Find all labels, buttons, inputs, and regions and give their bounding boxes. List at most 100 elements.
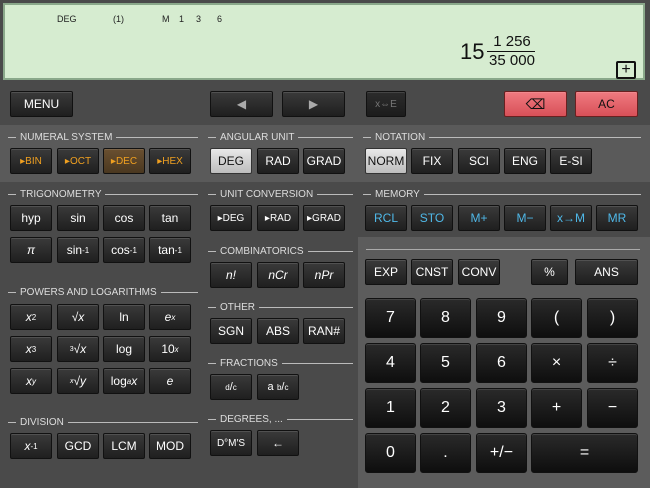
percent-button[interactable]: % bbox=[531, 259, 568, 285]
arcsin-button[interactable]: sin -1 bbox=[57, 237, 99, 263]
equals-button[interactable]: = bbox=[531, 433, 638, 473]
section-angular-unit: ANGULAR UNIT bbox=[208, 132, 353, 143]
conversion-button[interactable]: CONV bbox=[458, 259, 500, 285]
rcl-button[interactable]: RCL bbox=[365, 205, 407, 231]
key-2[interactable]: 2 bbox=[420, 388, 471, 428]
exp-button[interactable]: EXP bbox=[365, 259, 407, 285]
section-unit-conversion: UNIT CONVERSION bbox=[208, 189, 353, 200]
negate-button[interactable]: +/− bbox=[476, 433, 527, 473]
sto-button[interactable]: STO bbox=[411, 205, 453, 231]
sci-button[interactable]: SCI bbox=[458, 148, 500, 174]
close-paren-button[interactable]: ) bbox=[587, 298, 638, 338]
m-minus-button[interactable]: M− bbox=[504, 205, 546, 231]
factorial-button[interactable]: n! bbox=[210, 262, 252, 288]
power-button[interactable]: xy bbox=[10, 368, 52, 394]
norm-button[interactable]: NORM bbox=[365, 148, 407, 174]
constants-button[interactable]: CNST bbox=[411, 259, 453, 285]
sqrt-button[interactable]: √x bbox=[57, 304, 99, 330]
sgn-button[interactable]: SGN bbox=[210, 318, 252, 344]
log-button[interactable]: log bbox=[103, 336, 145, 362]
gcd-button[interactable]: GCD bbox=[57, 433, 99, 459]
pi-button[interactable]: π bbox=[10, 237, 52, 263]
to-dec-button[interactable]: ▸DEC bbox=[103, 148, 145, 174]
abs-button[interactable]: ABS bbox=[257, 318, 299, 344]
sin-button[interactable]: sin bbox=[57, 205, 99, 231]
key-3[interactable]: 3 bbox=[476, 388, 527, 428]
improper-fraction-button[interactable]: d / c bbox=[210, 374, 252, 400]
deg-button[interactable]: DEG bbox=[210, 148, 252, 174]
to-grad-button[interactable]: ▸GRAD bbox=[303, 205, 345, 231]
e-constant-button[interactable]: e bbox=[149, 368, 191, 394]
x-to-m-button[interactable]: x→M bbox=[550, 205, 592, 231]
all-clear-button[interactable]: AC bbox=[575, 91, 638, 117]
keypad-divider bbox=[366, 249, 640, 250]
angle-mode-indicator: DEG bbox=[57, 14, 77, 24]
to-bin-button[interactable]: ▸BIN bbox=[10, 148, 52, 174]
dms-back-button[interactable]: ← bbox=[257, 430, 299, 456]
log-base-button[interactable]: log a x bbox=[103, 368, 145, 394]
y-root-button[interactable]: x √y bbox=[57, 368, 99, 394]
swap-exponent-button[interactable]: x⇔E bbox=[366, 91, 406, 117]
lcm-button[interactable]: LCM bbox=[103, 433, 145, 459]
add-button[interactable]: + bbox=[531, 388, 582, 428]
backspace-button[interactable]: ⌫ bbox=[504, 91, 567, 117]
cursor-left-button[interactable]: ◀ bbox=[210, 91, 273, 117]
section-degrees: DEGREES, ... bbox=[208, 414, 353, 425]
open-paren-button[interactable]: ( bbox=[531, 298, 582, 338]
divide-button[interactable]: ÷ bbox=[587, 343, 638, 383]
e-si-button[interactable]: E-SI bbox=[550, 148, 592, 174]
m-plus-button[interactable]: M+ bbox=[458, 205, 500, 231]
mod-button[interactable]: MOD bbox=[149, 433, 191, 459]
to-deg-button[interactable]: ▸DEG bbox=[210, 205, 252, 231]
arccos-button[interactable]: cos -1 bbox=[103, 237, 145, 263]
key-0[interactable]: 0 bbox=[365, 433, 416, 473]
result-integer: 15 bbox=[460, 39, 485, 64]
menu-button[interactable]: MENU bbox=[10, 91, 73, 117]
npr-button[interactable]: nPr bbox=[303, 262, 345, 288]
random-button[interactable]: RAN# bbox=[303, 318, 345, 344]
dms-button[interactable]: D°M′S bbox=[210, 430, 252, 456]
key-8[interactable]: 8 bbox=[420, 298, 471, 338]
key-4[interactable]: 4 bbox=[365, 343, 416, 383]
display-panel: DEG (1) M 1 3 6 15 1 256 35 000 + bbox=[3, 3, 645, 80]
arctan-button[interactable]: tan -1 bbox=[149, 237, 191, 263]
mixed-fraction-button[interactable]: a b / c bbox=[257, 374, 299, 400]
fix-button[interactable]: FIX bbox=[411, 148, 453, 174]
exp-e-button[interactable]: ex bbox=[149, 304, 191, 330]
paren-indicator: (1) bbox=[113, 14, 124, 24]
memory-digit-3: 3 bbox=[196, 14, 202, 24]
tan-button[interactable]: tan bbox=[149, 205, 191, 231]
to-oct-button[interactable]: ▸OCT bbox=[57, 148, 99, 174]
key-6[interactable]: 6 bbox=[476, 343, 527, 383]
key-9[interactable]: 9 bbox=[476, 298, 527, 338]
hyp-button[interactable]: hyp bbox=[10, 205, 52, 231]
ten-power-button[interactable]: 10 x bbox=[149, 336, 191, 362]
cos-button[interactable]: cos bbox=[103, 205, 145, 231]
to-hex-button[interactable]: ▸HEX bbox=[149, 148, 191, 174]
result-numerator: 1 256 bbox=[493, 33, 531, 50]
section-memory: MEMORY bbox=[363, 189, 641, 200]
result-denominator: 35 000 bbox=[489, 52, 535, 69]
decimal-point-button[interactable]: . bbox=[420, 433, 471, 473]
ncr-button[interactable]: nCr bbox=[257, 262, 299, 288]
multiply-button[interactable]: × bbox=[531, 343, 582, 383]
to-rad-button[interactable]: ▸RAD bbox=[257, 205, 299, 231]
eng-button[interactable]: ENG bbox=[504, 148, 546, 174]
key-7[interactable]: 7 bbox=[365, 298, 416, 338]
mr-button[interactable]: MR bbox=[596, 205, 638, 231]
ans-button[interactable]: ANS bbox=[575, 259, 638, 285]
subtract-button[interactable]: − bbox=[587, 388, 638, 428]
rad-button[interactable]: RAD bbox=[257, 148, 299, 174]
ln-button[interactable]: ln bbox=[103, 304, 145, 330]
cursor-right-button[interactable]: ▶ bbox=[282, 91, 345, 117]
expand-button[interactable]: + bbox=[616, 61, 636, 79]
reciprocal-button[interactable]: x -1 bbox=[10, 433, 52, 459]
square-button[interactable]: x2 bbox=[10, 304, 52, 330]
key-1[interactable]: 1 bbox=[365, 388, 416, 428]
section-other: OTHER bbox=[208, 302, 353, 313]
key-5[interactable]: 5 bbox=[420, 343, 471, 383]
grad-button[interactable]: GRAD bbox=[303, 148, 345, 174]
cube-button[interactable]: x3 bbox=[10, 336, 52, 362]
cube-root-button[interactable]: 3 √x bbox=[57, 336, 99, 362]
section-notation: NOTATION bbox=[363, 132, 641, 143]
